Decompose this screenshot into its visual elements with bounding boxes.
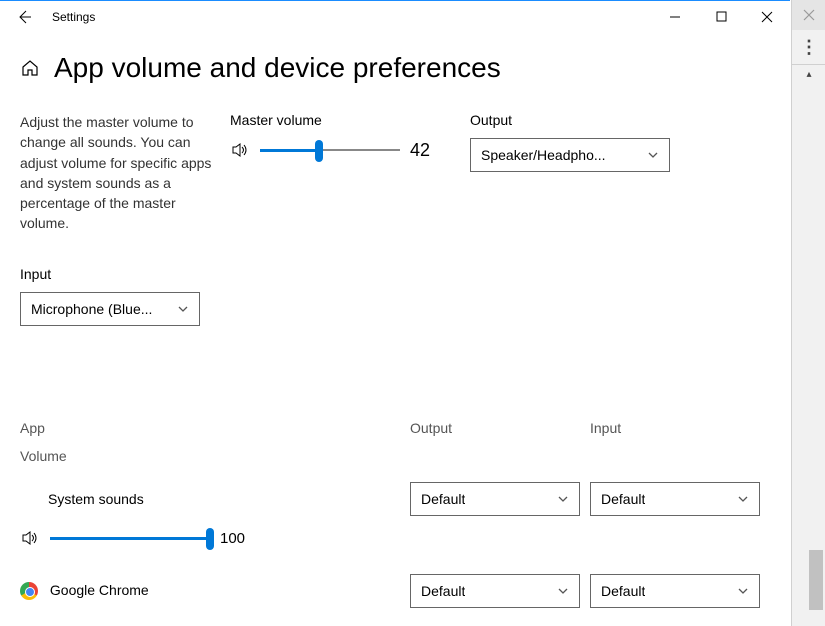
speaker-icon[interactable] [230,140,250,160]
chrome-icon [20,582,38,600]
master-volume-slider[interactable] [260,138,400,162]
chevron-down-icon [557,585,569,597]
chevron-down-icon [557,493,569,505]
input-selected: Microphone (Blue... [31,301,152,317]
system-volume-slider[interactable] [50,526,210,550]
column-input-label: Input [590,420,760,436]
chevron-down-icon [737,493,749,505]
output-label: Output [470,112,670,128]
app-name-system: System sounds [48,491,400,507]
chevron-down-icon [177,303,189,315]
close-button[interactable] [744,2,790,32]
master-volume-label: Master volume [230,112,460,128]
input-dropdown[interactable]: Microphone (Blue... [20,292,200,326]
system-output-dropdown[interactable]: Default [410,482,580,516]
app-name-chrome: Google Chrome [20,582,400,600]
system-volume-value: 100 [220,530,245,547]
home-icon[interactable] [20,58,40,78]
minimize-button[interactable] [652,2,698,32]
page-title: App volume and device preferences [54,52,501,84]
master-volume-value: 42 [410,140,430,161]
chevron-down-icon [647,149,659,161]
input-label: Input [20,266,770,282]
page-description: Adjust the master volume to change all s… [20,112,220,234]
scroll-up-icon: ▴ [792,64,825,84]
volume-column-label: Volume [20,448,770,464]
output-dropdown[interactable]: Speaker/Headpho... [470,138,670,172]
window-title: Settings [52,10,95,24]
chevron-down-icon [737,585,749,597]
chrome-output-dropdown[interactable]: Default [410,574,580,608]
column-output-label: Output [410,420,580,436]
chrome-input-dropdown[interactable]: Default [590,574,760,608]
titlebar: Settings [0,0,790,32]
speaker-icon[interactable] [20,528,40,548]
kebab-icon: ⋮ [792,30,825,64]
column-app-label: App [20,420,400,436]
output-selected: Speaker/Headpho... [481,147,606,163]
maximize-button[interactable] [698,2,744,32]
background-window-strip: ⋮ ▴ [791,0,825,626]
background-close-icon [792,0,825,30]
system-input-dropdown[interactable]: Default [590,482,760,516]
scrollbar-thumb [809,550,823,610]
back-button[interactable] [4,2,44,32]
